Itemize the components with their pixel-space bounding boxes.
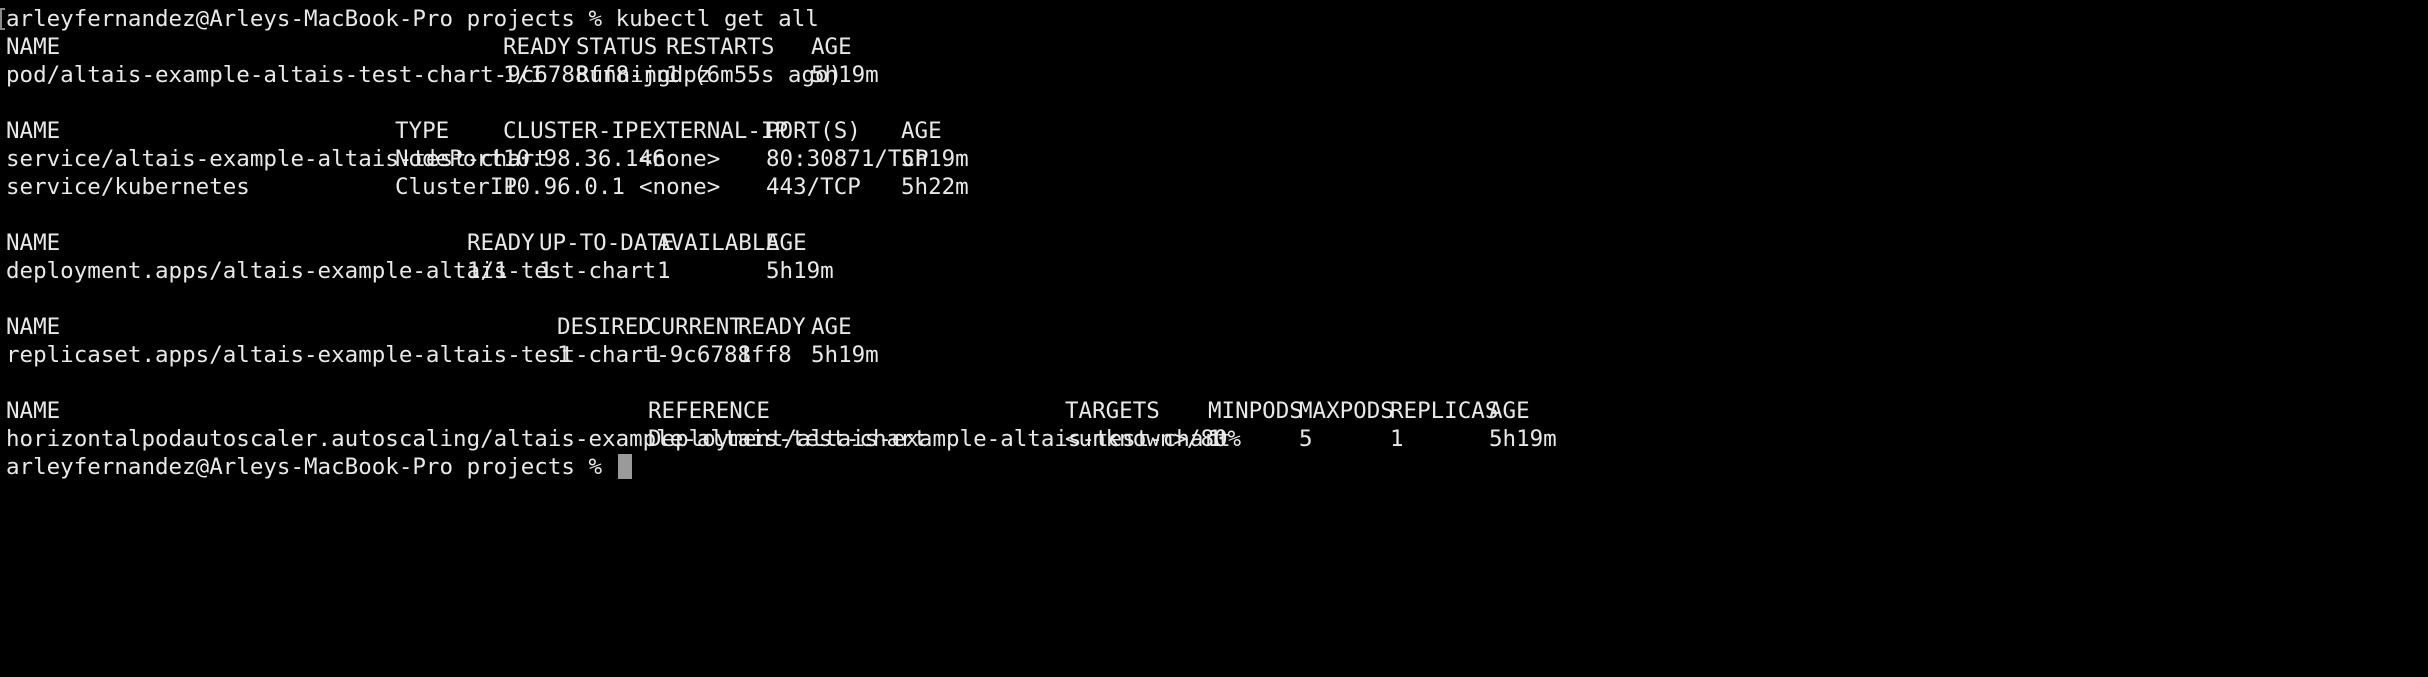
services-header-row: NAME TYPE CLUSTER-IP EXTERNAL-IP PORT(S)… xyxy=(6,117,2428,145)
service-cluster-ip: 10.96.0.1 xyxy=(503,174,625,200)
service-ports: 443/TCP xyxy=(766,174,861,200)
pod-ready: 1/1 xyxy=(503,62,544,88)
table-row: horizontalpodautoscaler.autoscaling/alta… xyxy=(6,425,2428,453)
prompt-user-host: arleyfernandez@Arleys-MacBook-Pro xyxy=(6,6,454,32)
pods-header-restarts: RESTARTS xyxy=(666,34,775,60)
deployments-header-name: NAME xyxy=(6,230,61,256)
hpa-maxpods: 5 xyxy=(1299,426,1313,452)
prompt-directory: projects xyxy=(466,6,575,32)
prompt-symbol: % xyxy=(588,454,603,480)
pod-status: Running xyxy=(576,62,671,88)
table-row: service/altais-example-altais-test-chart… xyxy=(6,145,2428,173)
services-header-age: AGE xyxy=(901,118,942,144)
prompt-directory: projects xyxy=(466,454,575,480)
hpas-header-maxpods: MAXPODS xyxy=(1299,398,1394,424)
prompt-user-host: arleyfernandez@Arleys-MacBook-Pro xyxy=(6,454,454,480)
replicasets-header-age: AGE xyxy=(811,314,852,340)
replicasets-header-ready: READY xyxy=(738,314,806,340)
hpa-replicas: 1 xyxy=(1390,426,1404,452)
replicasets-header-current: CURRENT xyxy=(648,314,743,340)
table-row: replicaset.apps/altais-example-altais-te… xyxy=(6,341,2428,369)
service-age: 5h19m xyxy=(901,146,969,172)
deployment-up-to-date: 1 xyxy=(539,258,553,284)
services-header-name: NAME xyxy=(6,118,61,144)
table-row: pod/altais-example-altais-test-chart-9c6… xyxy=(6,61,2428,89)
hpas-header-reference: REFERENCE xyxy=(648,398,770,424)
command-text: kubectl get all xyxy=(615,6,819,32)
deployment-available: 1 xyxy=(657,258,671,284)
hpas-header-name: NAME xyxy=(6,398,61,424)
deployments-header-up-to-date: UP-TO-DATE xyxy=(539,230,675,256)
deployments-header-ready: READY xyxy=(467,230,535,256)
service-type: NodePort xyxy=(395,146,504,172)
replicasets-header-row: NAME DESIRED CURRENT READY AGE xyxy=(6,313,2428,341)
prompt-line[interactable]: arleyfernandez@Arleys-MacBook-Pro projec… xyxy=(6,453,2428,481)
services-header-ports: PORT(S) xyxy=(766,118,861,144)
pods-header-row: NAME READY STATUS RESTARTS AGE xyxy=(6,33,2428,61)
terminal-window[interactable]: arleyfernandez@Arleys-MacBook-Pro projec… xyxy=(0,0,2428,510)
pods-header-name: NAME xyxy=(6,34,61,60)
command-mark xyxy=(0,8,5,30)
pods-header-age: AGE xyxy=(811,34,852,60)
pods-header-status: STATUS xyxy=(576,34,658,60)
replicaset-current: 1 xyxy=(648,342,662,368)
service-age: 5h22m xyxy=(901,174,969,200)
replicasets-header-name: NAME xyxy=(6,314,61,340)
table-row: service/kubernetes ClusterIP 10.96.0.1 <… xyxy=(6,173,2428,201)
deployments-header-age: AGE xyxy=(766,230,807,256)
command-line: arleyfernandez@Arleys-MacBook-Pro projec… xyxy=(6,5,2428,33)
deployment-ready: 1/1 xyxy=(467,258,508,284)
pods-header-ready: READY xyxy=(503,34,571,60)
replicaset-desired: 1 xyxy=(557,342,571,368)
hpas-header-minpods: MINPODS xyxy=(1208,398,1303,424)
hpa-minpods: 1 xyxy=(1208,426,1222,452)
deployments-header-available: AVAILABLE xyxy=(657,230,779,256)
service-name: service/kubernetes xyxy=(6,174,250,200)
text-cursor[interactable] xyxy=(617,454,632,479)
hpas-header-targets: TARGETS xyxy=(1065,398,1160,424)
replicasets-header-desired: DESIRED xyxy=(557,314,652,340)
prompt-symbol: % xyxy=(588,6,603,32)
replicaset-name: replicaset.apps/altais-example-altais-te… xyxy=(6,342,792,368)
table-row: deployment.apps/altais-example-altais-te… xyxy=(6,257,2428,285)
service-external-ip: <none> xyxy=(639,146,721,172)
deployment-age: 5h19m xyxy=(766,258,834,284)
replicaset-ready: 1 xyxy=(738,342,752,368)
hpas-header-age: AGE xyxy=(1489,398,1530,424)
services-header-type: TYPE xyxy=(395,118,450,144)
service-external-ip: <none> xyxy=(639,174,721,200)
deployments-header-row: NAME READY UP-TO-DATE AVAILABLE AGE xyxy=(6,229,2428,257)
hpas-header-row: NAME REFERENCE TARGETS MINPODS MAXPODS R… xyxy=(6,397,2428,425)
hpa-age: 5h19m xyxy=(1489,426,1557,452)
service-type: ClusterIP xyxy=(395,174,517,200)
hpas-header-replicas: REPLICAS xyxy=(1390,398,1499,424)
pod-age: 5h19m xyxy=(811,62,879,88)
replicaset-age: 5h19m xyxy=(811,342,879,368)
deployment-name: deployment.apps/altais-example-altais-te… xyxy=(6,258,657,284)
services-header-cluster-ip: CLUSTER-IP xyxy=(503,118,639,144)
